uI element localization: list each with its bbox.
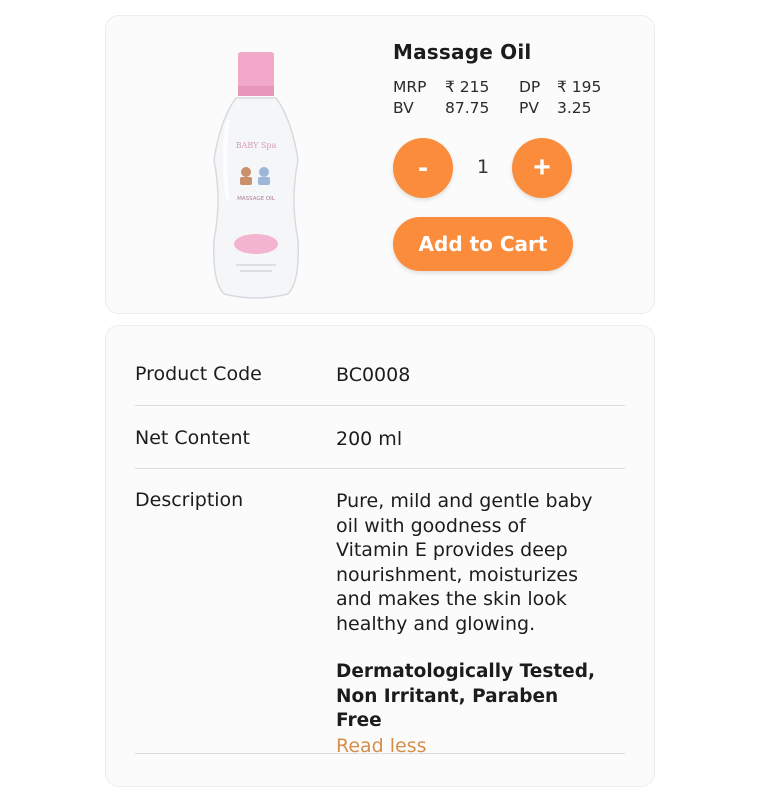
pv-label: PV	[519, 99, 539, 117]
decrease-quantity-button[interactable]: -	[393, 138, 453, 198]
product-image: BABY Spa MASSAGE OIL	[206, 50, 306, 304]
price-grid: MRP ₹ 215 DP ₹ 195 BV 87.75 PV 3.25	[393, 78, 617, 117]
description-label: Description	[135, 489, 244, 511]
increase-quantity-button[interactable]: +	[512, 138, 572, 198]
product-title: Massage Oil	[393, 40, 532, 64]
details-card: Product Code BC0008 Net Content 200 ml D…	[105, 325, 655, 787]
quantity-value: 1	[476, 156, 490, 178]
mrp-label: MRP	[393, 78, 427, 96]
dp-label: DP	[519, 78, 541, 96]
description-highlights: Dermatologically Tested, Non Irritant, P…	[336, 661, 595, 731]
bv-value: 87.75	[445, 99, 490, 117]
bottle-type-text: MASSAGE OIL	[237, 196, 276, 202]
mrp-value: ₹ 215	[445, 78, 490, 96]
bottle-brand-text: BABY Spa	[236, 141, 277, 150]
product-card: BABY Spa MASSAGE OIL Massage Oil MRP ₹ 2…	[105, 15, 655, 314]
dp-value: ₹ 195	[557, 78, 602, 96]
description-value: Pure, mild and gentle baby oil with good…	[336, 489, 601, 758]
bv-label: BV	[393, 99, 414, 117]
description-text: Pure, mild and gentle baby oil with good…	[336, 490, 593, 635]
net-content-label: Net Content	[135, 427, 250, 449]
detail-row-description: Description Pure, mild and gentle baby o…	[135, 468, 625, 757]
detail-row-product-code: Product Code BC0008	[135, 326, 625, 406]
read-less-link[interactable]: Read less	[336, 734, 601, 759]
pv-value: 3.25	[557, 99, 592, 117]
detail-row-net-content: Net Content 200 ml	[135, 405, 625, 469]
net-content-value: 200 ml	[336, 428, 403, 450]
product-code-label: Product Code	[135, 363, 262, 385]
product-code-value: BC0008	[336, 364, 411, 386]
add-to-cart-button[interactable]: Add to Cart	[393, 217, 573, 271]
